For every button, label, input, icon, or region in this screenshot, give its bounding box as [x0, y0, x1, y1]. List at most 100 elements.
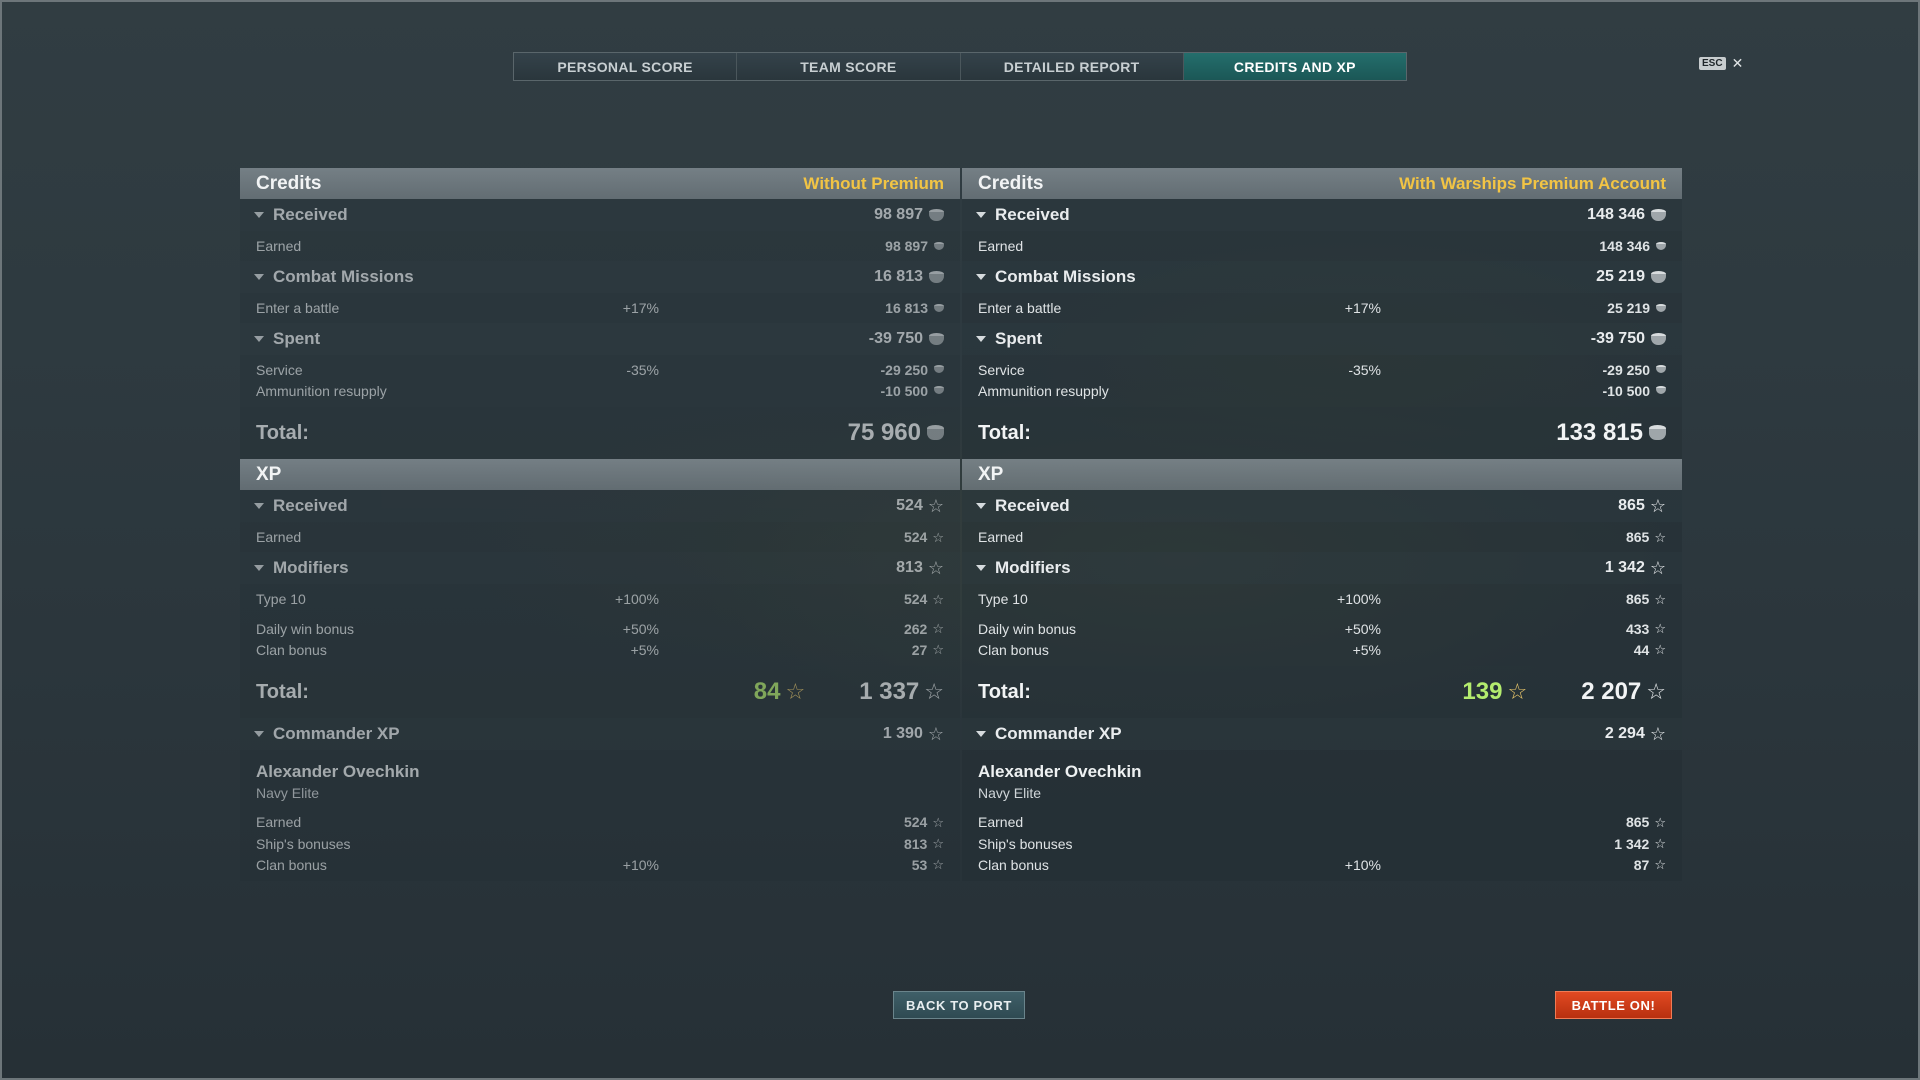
- credits-icon: [1656, 303, 1666, 313]
- commander-xp-value: 1 390: [882, 725, 923, 742]
- star-icon: ☆: [1649, 496, 1666, 516]
- collapse-caret-icon[interactable]: [976, 336, 986, 342]
- star-icon: ☆: [1654, 857, 1666, 872]
- credits-icon: [1656, 241, 1666, 251]
- collapse-caret-icon[interactable]: [254, 212, 264, 218]
- credits-subtitle: With Warships Premium Account: [1399, 173, 1666, 193]
- commander-name: Alexander Ovechkin: [978, 762, 1142, 781]
- commander-rank: Navy Elite: [256, 785, 320, 801]
- combat-missions-row[interactable]: Combat Missions 16 813: [240, 261, 960, 293]
- xp-received-row[interactable]: Received 524 ☆: [240, 490, 960, 522]
- star-icon: ☆: [1507, 679, 1528, 704]
- row-value: 524: [903, 814, 928, 830]
- credits-body: Received 148 346 Earned 148 346 Combat M…: [962, 199, 1682, 459]
- collapse-caret-icon[interactable]: [976, 731, 986, 737]
- star-icon: ☆: [932, 529, 944, 545]
- esc-key-hint: ESC: [1699, 56, 1726, 70]
- type10-row: Type 10 +100% 524 ☆: [240, 584, 960, 614]
- clan-bonus-row: Clan bonus +5% 44 ☆: [962, 639, 1682, 660]
- collapse-caret-icon[interactable]: [254, 565, 264, 571]
- cmd-ship-bonus-row: Ship's bonuses 813 ☆: [240, 833, 960, 854]
- credits-icon: [1651, 208, 1666, 222]
- enter-battle-row: Enter a battle +17% 25 219: [962, 293, 1682, 323]
- cmd-clan-bonus-row: Clan bonus +10% 53 ☆: [240, 854, 960, 875]
- xp-earned-row: Earned 865 ☆: [962, 522, 1682, 552]
- row-label: Earned: [978, 529, 1024, 545]
- spent-row[interactable]: Spent -39 750: [962, 323, 1682, 355]
- clan-bonus-row: Clan bonus +5% 27 ☆: [240, 639, 960, 660]
- close-button[interactable]: ESC ✕: [1699, 55, 1743, 71]
- commander-name: Alexander Ovechkin: [256, 762, 420, 781]
- collapse-caret-icon[interactable]: [976, 212, 986, 218]
- collapse-caret-icon[interactable]: [254, 503, 264, 509]
- modifiers-row[interactable]: Modifiers 1 342 ☆: [962, 552, 1682, 584]
- row-label: Type 10: [256, 591, 306, 607]
- commander-xp-value: 2 294: [1604, 725, 1645, 742]
- star-icon: ☆: [924, 679, 944, 704]
- xp-body: Received 865 ☆ Earned 865 ☆ Modifiers 1 34…: [962, 490, 1682, 881]
- collapse-caret-icon[interactable]: [254, 274, 264, 280]
- xp-title: XP: [978, 463, 1004, 485]
- credits-icon: [927, 425, 944, 441]
- credits-received-row[interactable]: Received 98 897: [240, 199, 960, 231]
- commander-info: Alexander Ovechkin Navy Elite: [962, 750, 1682, 805]
- back-to-port-button[interactable]: BACK TO PORT: [893, 991, 1025, 1019]
- tab-personal-score[interactable]: PERSONAL SCORE: [514, 53, 738, 80]
- modifiers-row[interactable]: Modifiers 813 ☆: [240, 552, 960, 584]
- credits-received-row[interactable]: Received 148 346: [962, 199, 1682, 231]
- star-icon: ☆: [927, 558, 944, 578]
- combat-missions-row[interactable]: Combat Missions 25 219: [962, 261, 1682, 293]
- row-value: -29 250: [880, 361, 928, 378]
- row-value: 262: [903, 620, 928, 637]
- total-label: Total:: [978, 680, 1031, 703]
- star-icon: ☆: [1654, 836, 1666, 851]
- section-label: Combat Missions: [273, 267, 414, 286]
- star-icon: ☆: [927, 724, 944, 744]
- credits-icon: [1656, 386, 1666, 395]
- collapse-caret-icon[interactable]: [976, 565, 986, 571]
- star-icon: ☆: [1649, 724, 1666, 744]
- total-label: Total:: [256, 421, 309, 444]
- collapse-caret-icon[interactable]: [254, 336, 264, 342]
- credits-icon: [1651, 270, 1666, 284]
- row-value: 433: [1625, 620, 1650, 637]
- xp-total-row: Total: 139 ☆ 2 207 ☆: [962, 666, 1682, 718]
- collapse-caret-icon[interactable]: [976, 274, 986, 280]
- battle-on-button[interactable]: BATTLE ON!: [1555, 991, 1672, 1019]
- spent-row[interactable]: Spent -39 750: [240, 323, 960, 355]
- collapse-caret-icon[interactable]: [976, 503, 986, 509]
- tab-detailed-report[interactable]: DETAILED REPORT: [960, 53, 1184, 80]
- row-value: 865: [1625, 814, 1650, 830]
- credits-icon: [1656, 365, 1666, 374]
- daily-win-row: Daily win bonus +50% 433 ☆: [962, 614, 1682, 639]
- collapse-caret-icon[interactable]: [254, 731, 264, 737]
- section-label: Spent: [995, 329, 1043, 348]
- row-label: Enter a battle: [256, 300, 340, 316]
- credits-total-value: 133 815: [1556, 419, 1643, 446]
- star-icon: ☆: [932, 857, 944, 872]
- credits-total-row: Total: 133 815: [962, 407, 1682, 459]
- tab-credits-and-xp[interactable]: CREDITS AND XP: [1183, 53, 1406, 80]
- row-percent: +100%: [615, 591, 659, 607]
- close-icon[interactable]: ✕: [1732, 56, 1744, 70]
- row-value: 524: [903, 591, 928, 607]
- received-value: 148 346: [1587, 206, 1645, 223]
- row-label: Service: [978, 361, 1025, 378]
- xp-received-row[interactable]: Received 865 ☆: [962, 490, 1682, 522]
- row-label: Earned: [978, 814, 1024, 830]
- tab-team-score[interactable]: TEAM SCORE: [737, 53, 961, 80]
- spent-value: -39 750: [1590, 330, 1645, 347]
- cmd-clan-bonus-row: Clan bonus +10% 87 ☆: [962, 854, 1682, 875]
- commander-xp-row[interactable]: Commander XP 1 390 ☆: [240, 718, 960, 750]
- star-icon: ☆: [1654, 529, 1666, 545]
- cmd-earned-row: Earned 865 ☆: [962, 805, 1682, 833]
- commander-xp-row[interactable]: Commander XP 2 294 ☆: [962, 718, 1682, 750]
- star-icon: ☆: [1654, 591, 1666, 607]
- row-label: Clan bonus: [978, 856, 1049, 873]
- credits-header: Credits Without Premium: [240, 168, 960, 199]
- row-value: 865: [1625, 529, 1650, 545]
- panel-with-premium: Credits With Warships Premium Account Re…: [962, 168, 1682, 881]
- xp-received-value: 865: [1618, 497, 1645, 514]
- bonus-xp-value: 84: [753, 678, 781, 705]
- spent-value: -39 750: [868, 330, 923, 347]
